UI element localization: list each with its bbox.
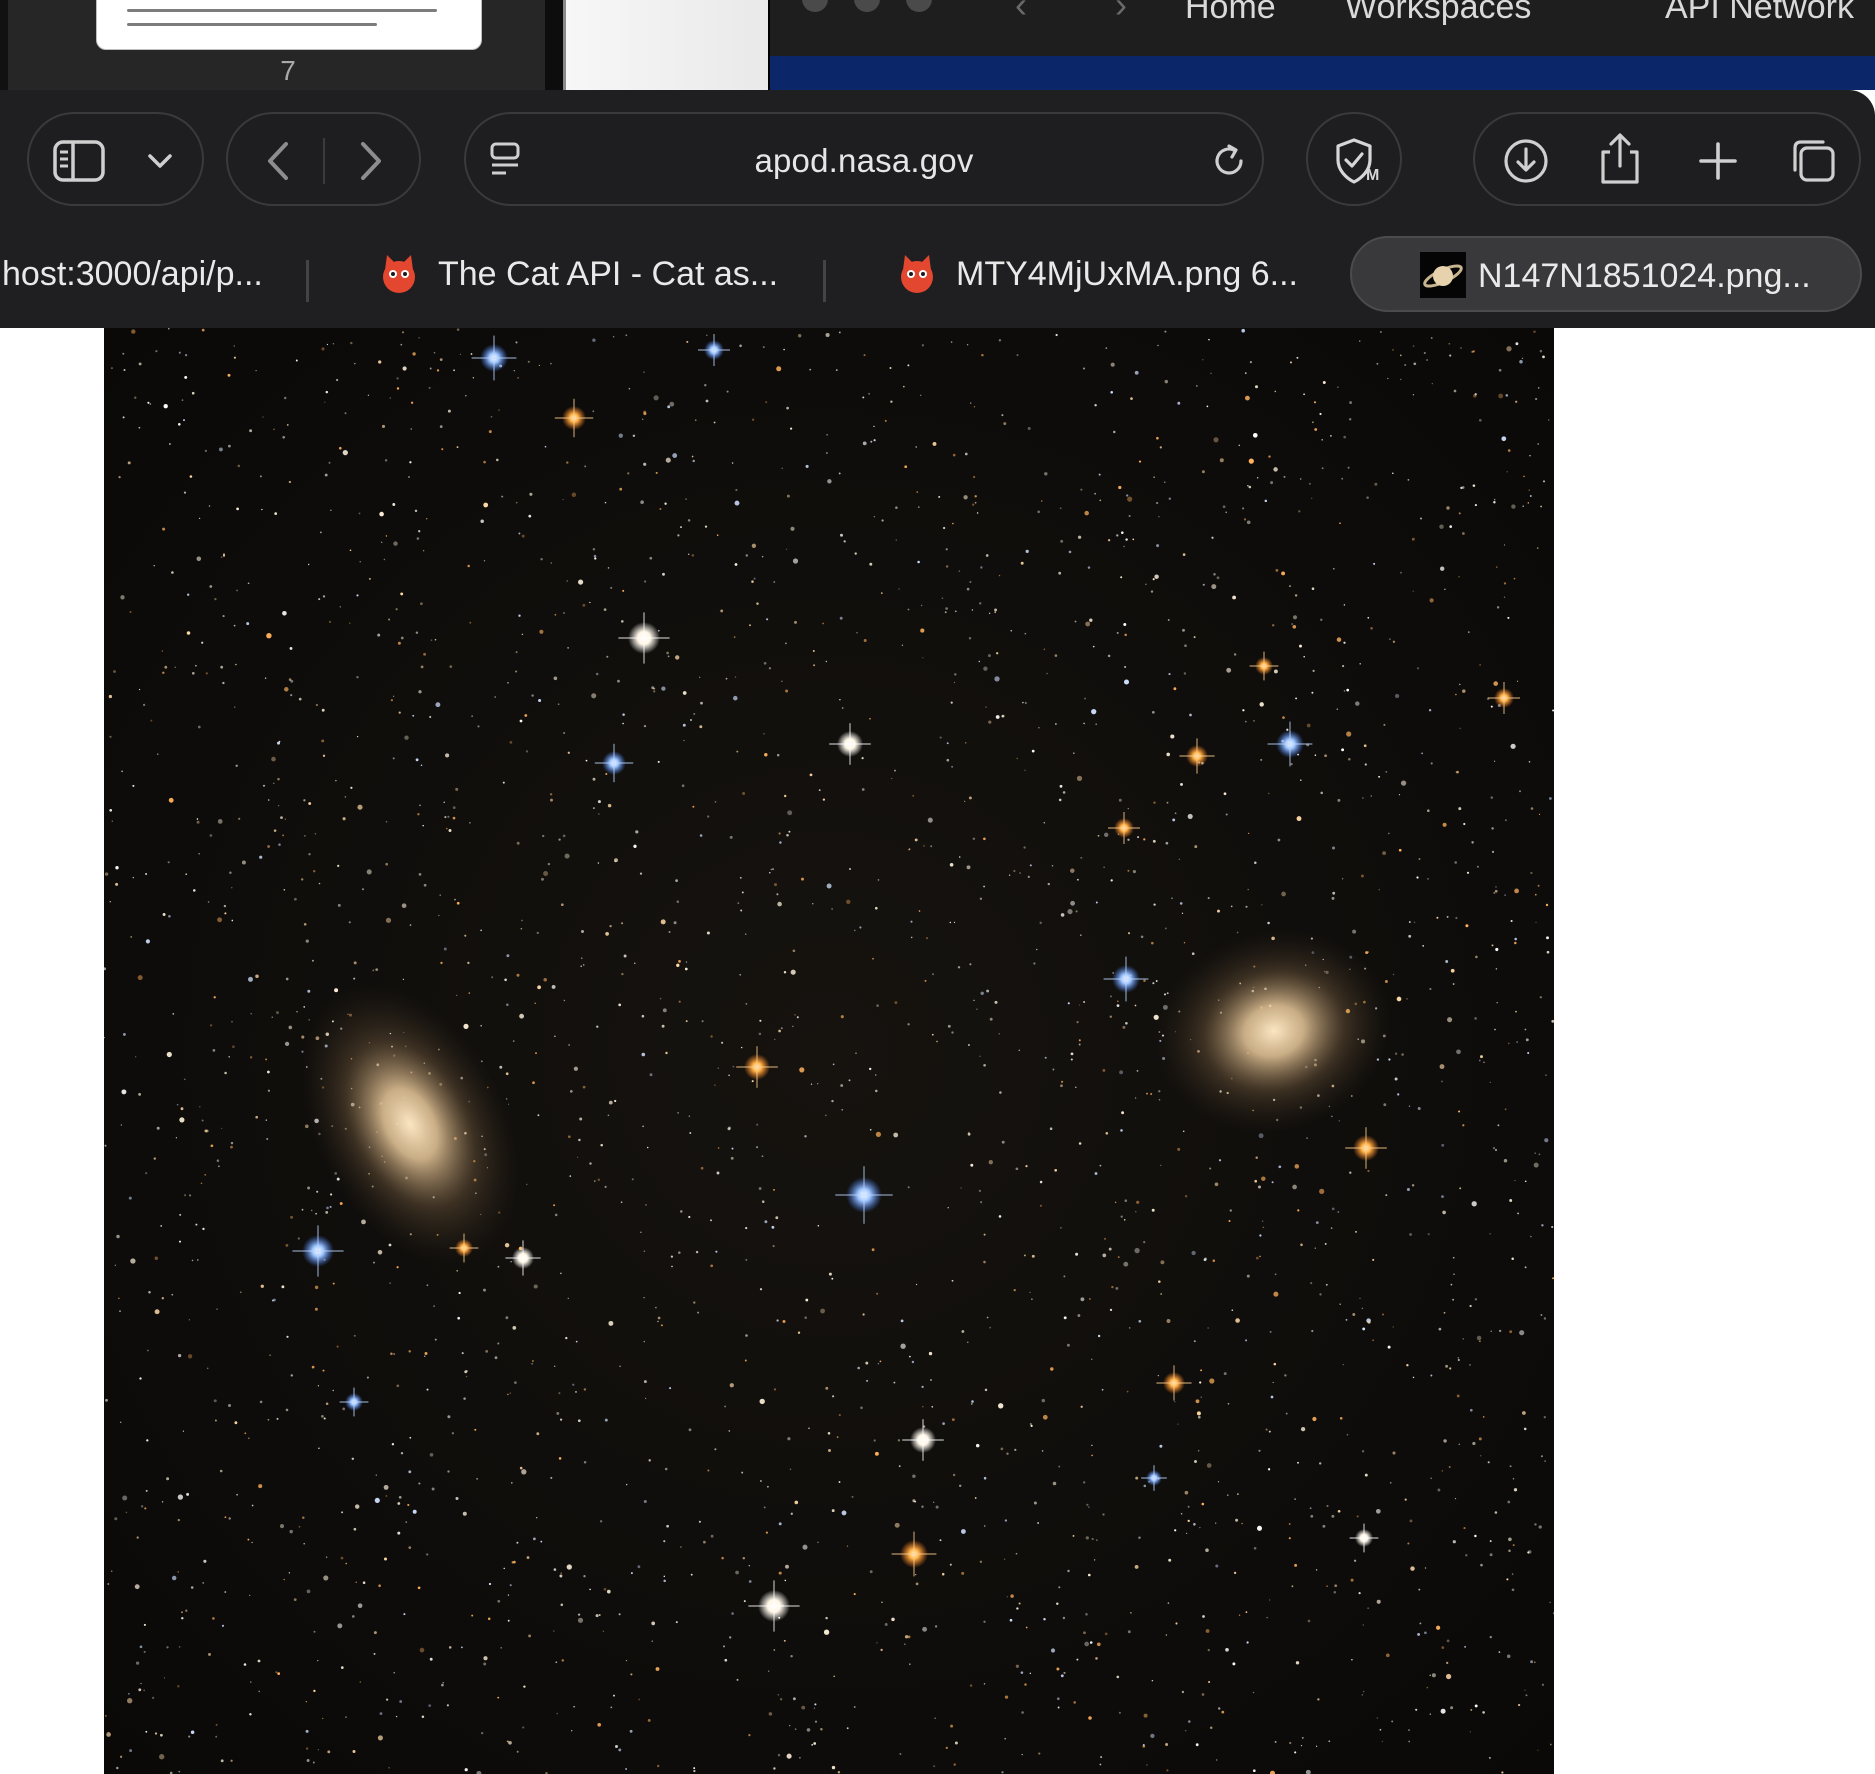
- tab-title: N147N1851024.png...: [1478, 257, 1811, 295]
- cat-api-icon: [383, 255, 415, 293]
- browser-toolbar: apod.nasa.gov M: [0, 90, 1875, 226]
- url-text: apod.nasa.gov: [754, 142, 974, 179]
- forward-icon[interactable]: [351, 138, 391, 184]
- privacy-extension-button[interactable]: M: [1306, 112, 1402, 206]
- document-thumbnail-panel: 7: [0, 0, 545, 90]
- postman-window: ‹ › Home Workspaces API Network: [768, 0, 1875, 90]
- share-icon[interactable]: [1595, 130, 1645, 188]
- saturn-icon: [1420, 252, 1466, 298]
- cat-api-icon: [901, 255, 933, 293]
- chevron-down-icon: [148, 154, 172, 168]
- deep-field-image: [104, 328, 1554, 1774]
- new-tab-icon[interactable]: [1693, 136, 1743, 186]
- tab-overview-icon[interactable]: [1787, 134, 1841, 188]
- browser-chrome: apod.nasa.gov M host:3000/api/p... The C…: [0, 90, 1875, 328]
- postman-workspaces-link[interactable]: Workspaces: [1345, 0, 1531, 27]
- tab-title: host:3000/api/p...: [2, 255, 263, 293]
- toolbar-actions: [1473, 112, 1861, 206]
- tab-title: MTY4MjUxMA.png 6...: [956, 255, 1298, 293]
- postman-header-bar: [770, 56, 1875, 90]
- reload-icon[interactable]: [1208, 140, 1250, 182]
- sidebar-toggle-button[interactable]: [27, 112, 204, 206]
- document-page-number: 7: [280, 55, 296, 86]
- tab-n147n1851024-png-active[interactable]: N147N1851024.png...: [1350, 236, 1862, 312]
- tab-localhost[interactable]: host:3000/api/p...: [0, 236, 295, 312]
- navigation-buttons: [226, 112, 421, 206]
- postman-home-link[interactable]: Home: [1185, 0, 1276, 27]
- tab-title: The Cat API - Cat as...: [438, 255, 779, 293]
- tab-mty4mjuxma-png[interactable]: MTY4MjUxMA.png 6...: [878, 236, 1338, 312]
- tab-cat-api[interactable]: The Cat API - Cat as...: [360, 236, 820, 312]
- page-content: [0, 328, 1875, 1774]
- back-icon[interactable]: [258, 138, 298, 184]
- shield-check-icon: M: [1336, 138, 1379, 184]
- sidebar-icon: [53, 140, 105, 182]
- postman-api-network-link[interactable]: API Network: [1665, 0, 1854, 27]
- svg-text:M: M: [1366, 167, 1379, 184]
- background-windows: 7 ‹ › Home Workspaces API Network: [0, 0, 1875, 90]
- apod-image[interactable]: [104, 328, 1554, 1774]
- back-chevron-icon: ‹: [1015, 0, 1027, 25]
- document-page-thumbnail[interactable]: [96, 0, 482, 50]
- tab-bar: host:3000/api/p... The Cat API - Cat as.…: [0, 226, 1875, 328]
- forward-chevron-icon: ›: [1115, 0, 1127, 25]
- address-bar[interactable]: apod.nasa.gov: [464, 112, 1264, 206]
- download-icon[interactable]: [1501, 136, 1551, 186]
- background-window: [563, 0, 768, 90]
